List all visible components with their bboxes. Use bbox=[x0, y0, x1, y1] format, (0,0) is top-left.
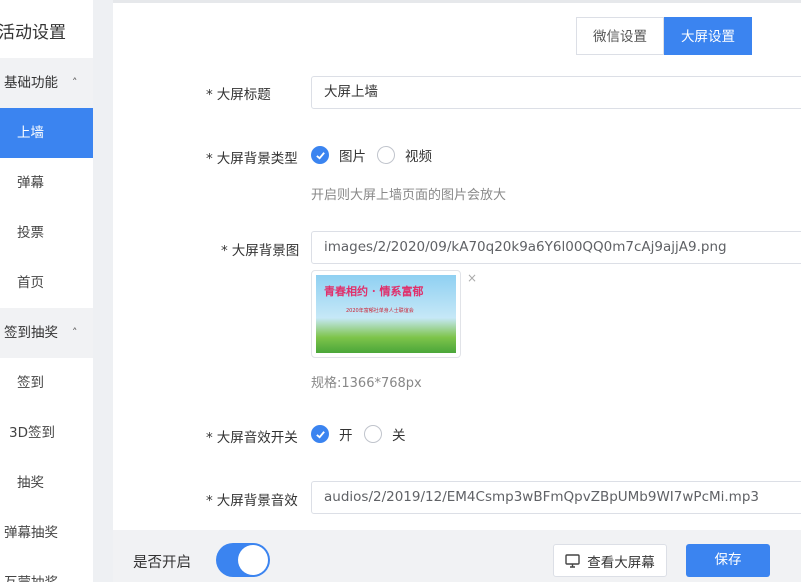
thumbnail-banner-text: 青春相约 · 情系富郁 bbox=[324, 285, 424, 298]
sidebar-title: 活动设置 bbox=[0, 23, 66, 43]
bg-image-spec: 规格:1366*768px bbox=[311, 376, 422, 391]
sidebar-item-label: 弹幕抽奖 bbox=[4, 525, 58, 541]
sound-on-radio[interactable]: 开 bbox=[311, 424, 353, 444]
sound-switch-label: * 大屏音效开关 bbox=[206, 430, 298, 446]
sidebar-item-danmu-lottery[interactable]: 弹幕抽奖 bbox=[0, 508, 93, 558]
screen-title-label: * 大屏标题 bbox=[206, 87, 271, 103]
bg-type-image-radio[interactable]: 图片 bbox=[311, 145, 366, 165]
sidebar-item-wall[interactable]: 上墙 bbox=[0, 108, 93, 158]
check-icon bbox=[311, 146, 329, 164]
sidebar-group-label: 基础功能 bbox=[4, 75, 58, 91]
bg-sound-label: * 大屏背景音效 bbox=[206, 493, 298, 509]
radio-label: 图片 bbox=[339, 149, 366, 165]
tab-screen-settings[interactable]: 大屏设置 bbox=[664, 17, 752, 55]
radio-circle-icon bbox=[377, 146, 395, 164]
bg-image-input[interactable]: images/2/2020/09/kA70q20k9a6Y6l00QQ0m7cA… bbox=[311, 231, 801, 264]
remove-image-icon[interactable]: × bbox=[467, 271, 477, 285]
enable-label: 是否开启 bbox=[133, 555, 191, 571]
sidebar-item-danmu[interactable]: 弹幕 bbox=[0, 158, 93, 208]
bg-image-label: * 大屏背景图 bbox=[221, 243, 300, 259]
radio-label: 开 bbox=[339, 428, 353, 444]
bg-image-thumbnail[interactable]: 青春相约 · 情系富郁 2020年富郁社单身人士联谊会 bbox=[311, 270, 461, 358]
sidebar-item-3d-checkin[interactable]: 3D签到 bbox=[0, 408, 93, 458]
bg-type-hint: 开启则大屏上墙页面的图片会放大 bbox=[311, 188, 507, 203]
settings-tabs: 微信设置 大屏设置 bbox=[576, 17, 752, 55]
tab-wechat-settings[interactable]: 微信设置 bbox=[576, 17, 664, 55]
sidebar-item-label: 投票 bbox=[17, 225, 44, 241]
chevron-up-icon: ˄ bbox=[72, 76, 78, 89]
bg-sound-input[interactable]: audios/2/2019/12/EM4Csmp3wBFmQpvZBpUMb9W… bbox=[311, 481, 801, 514]
check-icon bbox=[311, 425, 329, 443]
sidebar-group-checkin[interactable]: 签到抽奖 ˄ bbox=[0, 308, 93, 358]
footer-bar: 是否开启 查看大屏幕 保存 bbox=[113, 530, 801, 582]
sound-off-radio[interactable]: 关 bbox=[364, 424, 406, 444]
bg-type-label: * 大屏背景类型 bbox=[206, 151, 298, 167]
sidebar-item-checkin[interactable]: 签到 bbox=[0, 358, 93, 408]
monitor-icon bbox=[565, 553, 580, 568]
radio-circle-icon bbox=[364, 425, 382, 443]
sidebar-item-label: 抽奖 bbox=[17, 475, 44, 491]
sidebar-item-label: 上墙 bbox=[17, 125, 44, 141]
sidebar-item-label: 首页 bbox=[17, 275, 44, 291]
toggle-knob bbox=[238, 545, 268, 575]
sidebar-item-home[interactable]: 首页 bbox=[0, 258, 93, 308]
sidebar-item-lottery[interactable]: 抽奖 bbox=[0, 458, 93, 508]
sidebar-item-extra[interactable]: 互蒙抽奖 bbox=[0, 558, 93, 582]
sidebar-item-label: 3D签到 bbox=[9, 425, 55, 441]
sidebar-item-label: 互蒙抽奖 bbox=[4, 558, 58, 582]
radio-label: 视频 bbox=[405, 149, 432, 165]
radio-label: 关 bbox=[392, 428, 406, 444]
settings-panel: 微信设置 大屏设置 * 大屏标题 大屏上墙 * 大屏背景类型 图片 视频 开启则大屏… bbox=[113, 0, 801, 530]
save-button[interactable]: 保存 bbox=[686, 544, 770, 577]
screen-title-input[interactable]: 大屏上墙 bbox=[311, 76, 801, 109]
sidebar-item-label: 弹幕 bbox=[17, 175, 44, 191]
content-gutter bbox=[93, 0, 113, 582]
chevron-up-icon: ˄ bbox=[72, 326, 78, 339]
thumbnail-sub-text: 2020年富郁社单身人士联谊会 bbox=[346, 308, 414, 314]
view-screen-label: 查看大屏幕 bbox=[587, 554, 655, 571]
sidebar: 活动设置 基础功能 ˄ 上墙 弹幕 投票 首页 签到抽奖 ˄ 签到 3D签到 抽… bbox=[0, 0, 93, 582]
enable-toggle[interactable] bbox=[216, 543, 270, 577]
bg-image-preview: 青春相约 · 情系富郁 2020年富郁社单身人士联谊会 bbox=[316, 275, 456, 353]
sidebar-item-vote[interactable]: 投票 bbox=[0, 208, 93, 258]
bg-type-video-radio[interactable]: 视频 bbox=[377, 145, 432, 165]
sidebar-item-label: 签到 bbox=[17, 375, 44, 391]
sidebar-group-basic[interactable]: 基础功能 ˄ bbox=[0, 58, 93, 108]
sidebar-group-label: 签到抽奖 bbox=[4, 325, 58, 341]
view-screen-button[interactable]: 查看大屏幕 bbox=[553, 544, 667, 577]
